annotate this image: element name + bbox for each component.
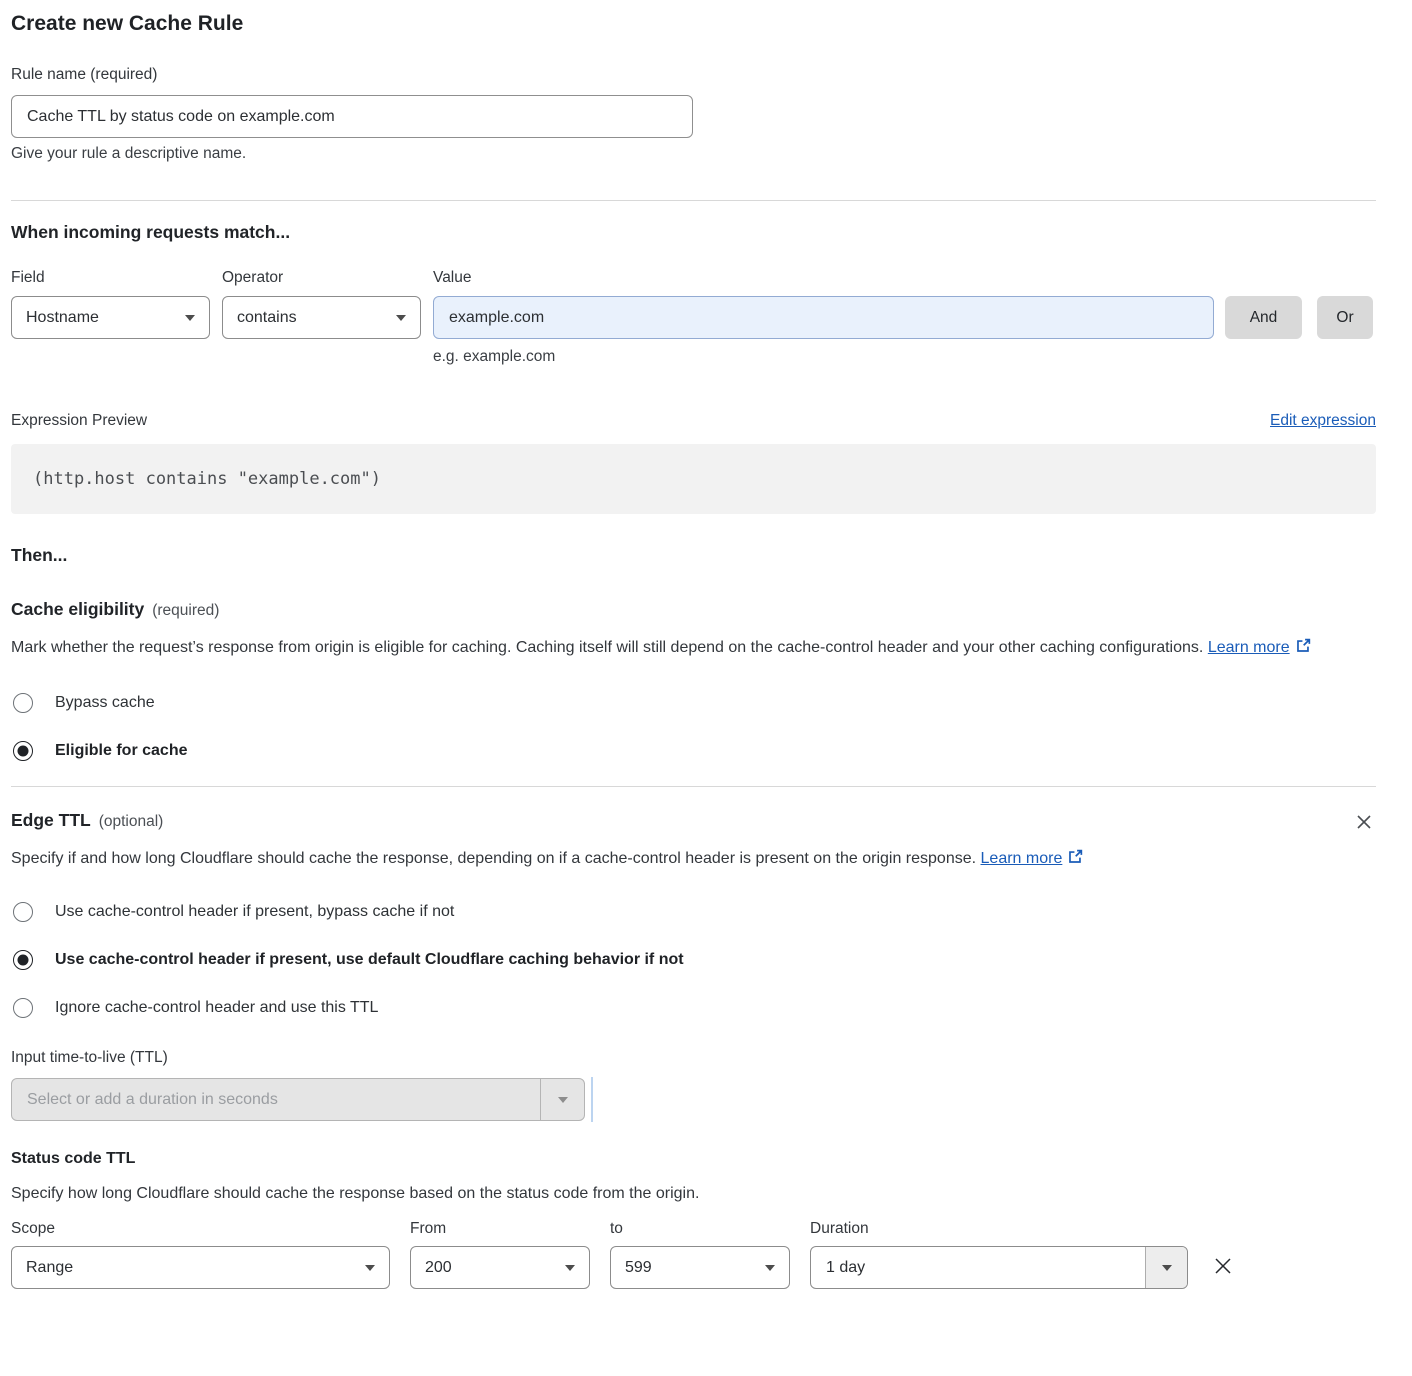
cache-eligibility-description: Mark whether the request’s response from… [11, 634, 1356, 664]
edge-ttl-description: Specify if and how long Cloudflare shoul… [11, 845, 1116, 875]
scope-label: Scope [11, 1220, 410, 1238]
field-select[interactable]: Hostname [11, 296, 210, 339]
rule-name-help: Give your rule a descriptive name. [11, 145, 1376, 163]
radio-label: Use cache-control header if present, byp… [55, 903, 454, 921]
radio-ignore-header[interactable]: Ignore cache-control header and use this… [11, 998, 1376, 1018]
edge-ttl-description-text: Specify if and how long Cloudflare shoul… [11, 850, 976, 867]
page-title: Create new Cache Rule [11, 12, 1376, 36]
value-input[interactable] [433, 296, 1214, 339]
to-select-value: 599 [625, 1259, 652, 1277]
chevron-down-icon [365, 1265, 375, 1271]
radio-label: Use cache-control header if present, use… [55, 951, 684, 969]
edge-ttl-heading: Edge TTL (optional) [11, 810, 163, 831]
cache-eligibility-required-note: (required) [152, 602, 219, 619]
remove-row-icon[interactable] [1209, 1252, 1237, 1283]
match-heading: When incoming requests match... [11, 222, 1376, 243]
value-help: e.g. example.com [433, 348, 1376, 366]
ttl-duration-placeholder: Select or add a duration in seconds [12, 1079, 540, 1120]
chevron-down-icon [765, 1265, 775, 1271]
divider-middle [11, 786, 1376, 787]
radio-use-header-default[interactable]: Use cache-control header if present, use… [11, 950, 1376, 970]
cache-eligibility-heading: Cache eligibility (required) [11, 599, 1376, 620]
to-select[interactable]: 599 [610, 1246, 790, 1289]
chevron-down-icon [540, 1079, 584, 1120]
edit-expression-link[interactable]: Edit expression [1270, 412, 1376, 430]
edge-ttl-optional-note: (optional) [99, 813, 164, 830]
radio-circle-icon [13, 741, 33, 761]
operator-label: Operator [222, 269, 433, 287]
text-cursor [591, 1077, 593, 1122]
duration-label: Duration [810, 1220, 869, 1238]
scope-select-value: Range [26, 1259, 73, 1277]
chevron-down-icon [1145, 1247, 1187, 1288]
ttl-input-label: Input time-to-live (TTL) [11, 1049, 1376, 1067]
and-button[interactable]: And [1225, 296, 1302, 339]
expression-preview-label: Expression Preview [11, 412, 147, 430]
expression-code: (http.host contains "example.com") [33, 469, 381, 489]
rule-name-label: Rule name (required) [11, 66, 1376, 84]
radio-eligible-for-cache[interactable]: Eligible for cache [11, 741, 1376, 761]
value-label: Value [433, 269, 472, 287]
cache-eligibility-title: Cache eligibility [11, 599, 144, 619]
radio-circle-icon [13, 998, 33, 1018]
rule-name-input[interactable] [11, 95, 693, 138]
scope-select[interactable]: Range [11, 1246, 390, 1289]
radio-label: Ignore cache-control header and use this… [55, 999, 378, 1017]
external-link-icon [1295, 636, 1312, 664]
operator-select-value: contains [237, 309, 297, 327]
cache-eligibility-learn-more-link[interactable]: Learn more [1208, 639, 1290, 656]
status-code-ttl-description: Specify how long Cloudflare should cache… [11, 1180, 1376, 1208]
duration-select[interactable]: 1 day [810, 1246, 1188, 1289]
field-label: Field [11, 269, 222, 287]
to-label: to [610, 1220, 810, 1238]
radio-circle-icon [13, 950, 33, 970]
chevron-down-icon [396, 315, 406, 321]
duration-select-value: 1 day [811, 1247, 1145, 1288]
edge-ttl-learn-more-link[interactable]: Learn more [981, 850, 1063, 867]
radio-circle-icon [13, 902, 33, 922]
operator-select[interactable]: contains [222, 296, 421, 339]
or-button[interactable]: Or [1317, 296, 1373, 339]
field-select-value: Hostname [26, 309, 99, 327]
cache-eligibility-description-text: Mark whether the request’s response from… [11, 639, 1203, 656]
from-select[interactable]: 200 [410, 1246, 590, 1289]
divider-top [11, 200, 1376, 201]
expression-code-box: (http.host contains "example.com") [11, 444, 1376, 514]
ttl-duration-select[interactable]: Select or add a duration in seconds [11, 1078, 585, 1121]
from-label: From [410, 1220, 610, 1238]
then-heading: Then... [11, 545, 1376, 566]
radio-label: Eligible for cache [55, 742, 187, 760]
chevron-down-icon [565, 1265, 575, 1271]
radio-use-header-bypass[interactable]: Use cache-control header if present, byp… [11, 902, 1376, 922]
radio-label: Bypass cache [55, 694, 155, 712]
radio-bypass-cache[interactable]: Bypass cache [11, 693, 1376, 713]
chevron-down-icon [185, 315, 195, 321]
radio-circle-icon [13, 693, 33, 713]
status-code-ttl-heading: Status code TTL [11, 1150, 1376, 1168]
external-link-icon [1067, 847, 1084, 875]
from-select-value: 200 [425, 1259, 452, 1277]
edge-ttl-title: Edge TTL [11, 810, 91, 830]
close-icon[interactable] [1352, 810, 1376, 837]
